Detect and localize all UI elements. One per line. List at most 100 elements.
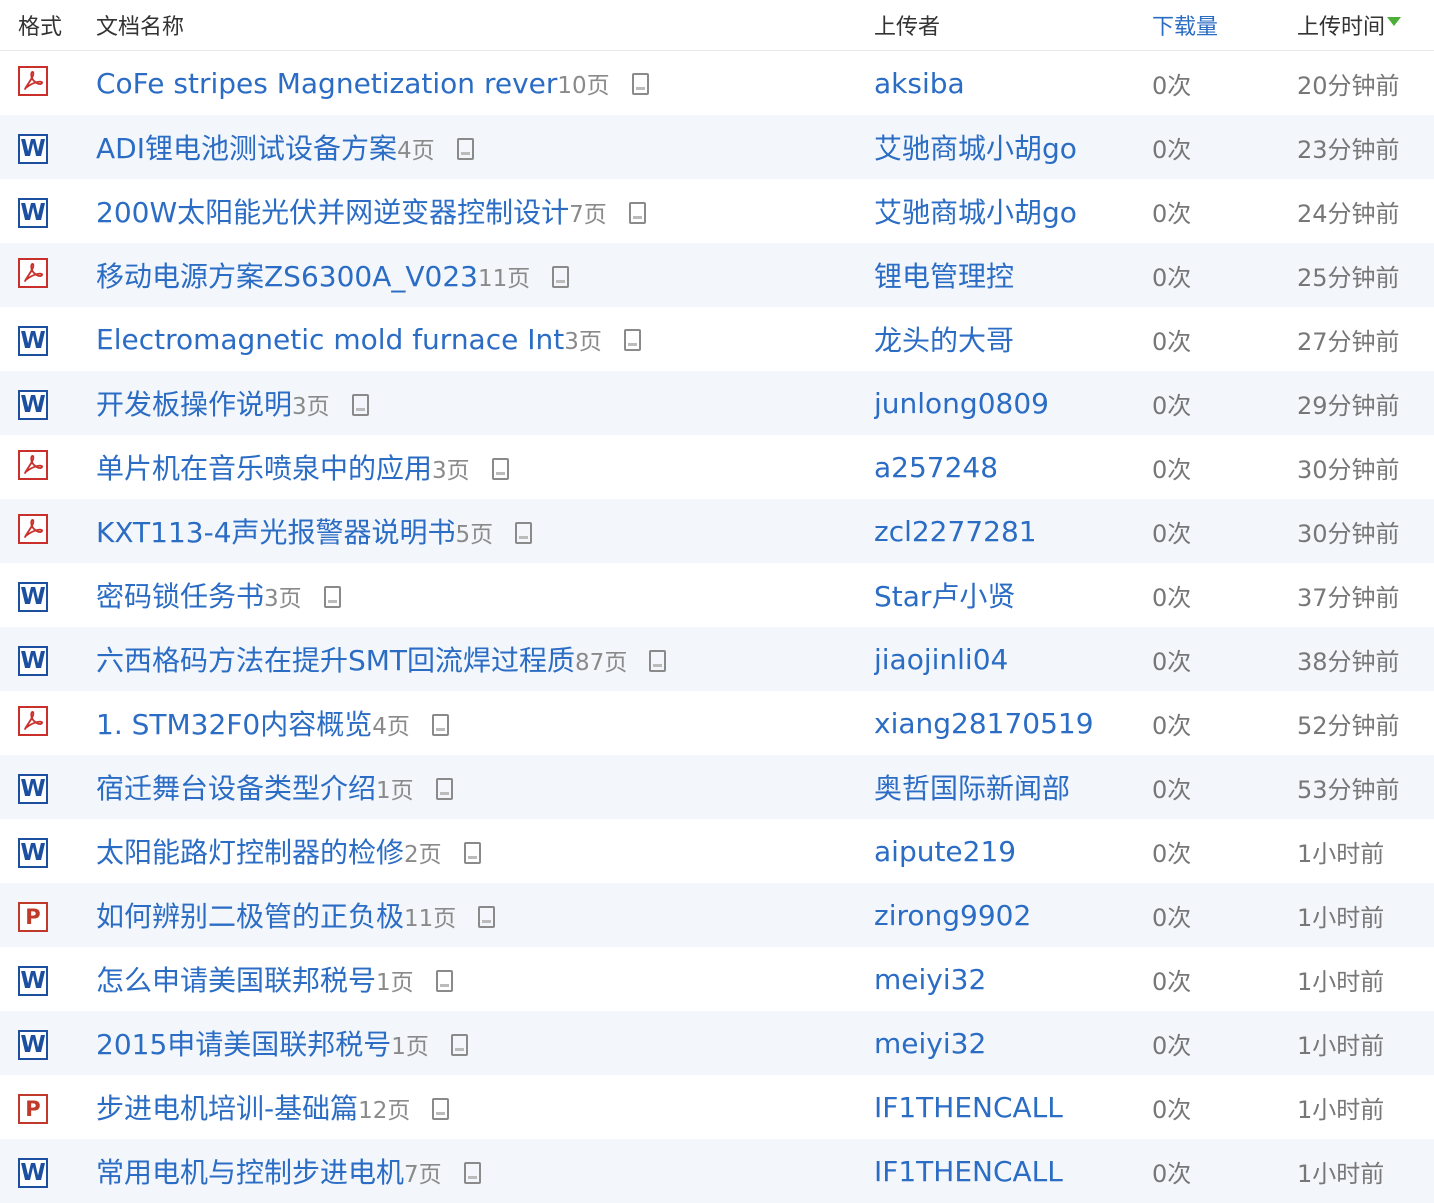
preview-icon[interactable]: [456, 138, 474, 160]
uploader-link[interactable]: 锂电管理控: [874, 260, 1014, 293]
download-count: 0次: [1152, 711, 1192, 740]
uploader-link[interactable]: 艾驰商城小胡go: [874, 132, 1077, 165]
table-row: W 开发板操作说明3页 junlong0809 0次 29分钟前: [0, 371, 1434, 435]
doc-title-link[interactable]: 太阳能路灯控制器的检修: [96, 836, 404, 869]
uploader-link[interactable]: junlong0809: [874, 387, 1049, 420]
uploader-link[interactable]: aksiba: [874, 67, 965, 100]
uploader-link[interactable]: 奥哲国际新闻部: [874, 772, 1070, 805]
upload-time: 1小时前: [1297, 903, 1385, 932]
page-count: 3页: [292, 394, 330, 420]
preview-icon[interactable]: [649, 650, 667, 672]
doc-title-link[interactable]: KXT113-4声光报警器说明书: [96, 516, 456, 549]
preview-icon[interactable]: [323, 586, 341, 608]
uploader-link[interactable]: meiyi32: [874, 1027, 986, 1060]
preview-icon[interactable]: [463, 842, 481, 864]
downloads-cell: 0次: [1152, 130, 1297, 165]
preview-icon[interactable]: [432, 1098, 450, 1120]
page-count: 4页: [396, 138, 435, 164]
table-row: 移动电源方案ZS6300A_V02311页 锂电管理控 0次 25分钟前: [0, 243, 1434, 307]
table-row: W 六西格码方法在提升SMT回流焊过程质87页 jiaojinli04 0次 38分钟前: [0, 627, 1434, 691]
upload-time: 30分钟前: [1297, 455, 1400, 484]
uploader-link[interactable]: Star卢小贤: [874, 580, 1015, 613]
downloads-cell: 0次: [1152, 770, 1297, 805]
uploader-cell: a257248: [874, 451, 1152, 484]
pdf-icon: [18, 258, 48, 288]
doc-title-link[interactable]: CoFe stripes Magnetization rever: [96, 67, 557, 100]
uploader-link[interactable]: xiang28170519: [874, 707, 1094, 740]
table-row: P 如何辨别二极管的正负极11页 zirong9902 0次 1小时前: [0, 883, 1434, 947]
doc-name-cell: 2015申请美国联邦税号1页: [96, 1023, 874, 1063]
doc-title-link[interactable]: 步进电机培训-基础篇: [96, 1092, 358, 1125]
time-cell: 25分钟前: [1297, 258, 1434, 293]
table-row: W 2015申请美国联邦税号1页 meiyi32 0次 1小时前: [0, 1011, 1434, 1075]
upload-time: 53分钟前: [1297, 775, 1400, 804]
document-list-table: 格式 文档名称 上传者 下载量 上传时间 CoFe stripes Magnet…: [0, 0, 1434, 1203]
doc-title-link[interactable]: ADI锂电池测试设备方案: [96, 132, 397, 165]
preview-icon[interactable]: [515, 522, 533, 544]
upload-time: 30分钟前: [1297, 519, 1400, 548]
doc-title-link[interactable]: 移动电源方案ZS6300A_V023: [96, 260, 478, 293]
sort-down-arrow-icon[interactable]: [1387, 17, 1402, 26]
word-icon: W: [18, 966, 48, 997]
doc-title-link[interactable]: 如何辨别二极管的正负极: [96, 900, 404, 933]
uploader-link[interactable]: a257248: [874, 451, 998, 484]
time-cell: 1小时前: [1297, 834, 1434, 869]
doc-title-link[interactable]: 单片机在音乐喷泉中的应用: [96, 452, 432, 485]
preview-icon[interactable]: [435, 970, 453, 992]
upload-time: 1小时前: [1297, 967, 1385, 996]
page-count: 11页: [477, 266, 531, 292]
uploader-link[interactable]: IF1THENCALL: [874, 1155, 1063, 1188]
uploader-cell: 艾驰商城小胡go: [874, 127, 1152, 167]
uploader-link[interactable]: jiaojinli04: [874, 643, 1008, 676]
preview-icon[interactable]: [463, 1162, 481, 1184]
preview-icon[interactable]: [431, 714, 449, 736]
doc-title-link[interactable]: 宿迁舞台设备类型介绍: [96, 772, 376, 805]
doc-title-link[interactable]: 密码锁任务书: [96, 580, 264, 613]
header-downloads: 下载量: [1152, 9, 1297, 41]
time-cell: 1小时前: [1297, 1090, 1434, 1125]
preview-icon[interactable]: [623, 329, 641, 351]
time-cell: 1小时前: [1297, 1026, 1434, 1061]
uploader-link[interactable]: 艾驰商城小胡go: [874, 196, 1077, 229]
uploader-link[interactable]: meiyi32: [874, 963, 986, 996]
preview-icon[interactable]: [351, 394, 369, 416]
preview-icon[interactable]: [552, 266, 570, 288]
time-cell: 1小时前: [1297, 1154, 1434, 1189]
doc-name-cell: 200W太阳能光伏并网逆变器控制设计7页: [96, 191, 874, 231]
upload-time: 1小时前: [1297, 1031, 1385, 1060]
uploader-link[interactable]: 龙头的大哥: [874, 324, 1014, 357]
uploader-link[interactable]: zirong9902: [874, 899, 1031, 932]
preview-icon[interactable]: [478, 906, 496, 928]
doc-title-link[interactable]: 六西格码方法在提升SMT回流焊过程质: [96, 644, 575, 677]
upload-time: 52分钟前: [1297, 711, 1400, 740]
uploader-link[interactable]: IF1THENCALL: [874, 1091, 1063, 1124]
uploader-link[interactable]: zcl2277281: [874, 515, 1037, 548]
doc-title-link[interactable]: 200W太阳能光伏并网逆变器控制设计: [96, 196, 569, 229]
doc-name-cell: 单片机在音乐喷泉中的应用3页: [96, 447, 874, 487]
doc-name-cell: ADI锂电池测试设备方案4页: [96, 127, 874, 167]
doc-title-link[interactable]: 常用电机与控制步进电机: [96, 1156, 404, 1189]
download-count: 0次: [1152, 455, 1192, 484]
uploader-link[interactable]: aipute219: [874, 835, 1016, 868]
downloads-cell: 0次: [1152, 258, 1297, 293]
page-count: 1页: [391, 1034, 429, 1060]
doc-title-link[interactable]: 开发板操作说明: [96, 388, 292, 421]
page-count: 3页: [564, 329, 602, 355]
doc-title-link[interactable]: Electromagnetic mold furnace Int: [96, 323, 564, 356]
download-count: 0次: [1152, 839, 1192, 868]
doc-title-link[interactable]: 怎么申请美国联邦税号: [96, 964, 376, 997]
header-upload-time[interactable]: 上传时间: [1297, 9, 1434, 41]
preview-icon[interactable]: [435, 778, 453, 800]
format-cell: W: [0, 1026, 96, 1061]
doc-title-link[interactable]: 1. STM32F0内容概览: [96, 708, 372, 741]
sort-by-downloads-link[interactable]: 下载量: [1152, 15, 1218, 40]
preview-icon[interactable]: [450, 1034, 468, 1056]
format-cell: W: [0, 1154, 96, 1189]
page-count: 4页: [372, 714, 410, 740]
preview-icon[interactable]: [628, 202, 646, 224]
word-icon: W: [18, 774, 48, 805]
time-cell: 1小时前: [1297, 962, 1434, 997]
preview-icon[interactable]: [491, 458, 509, 480]
doc-title-link[interactable]: 2015申请美国联邦税号: [96, 1028, 391, 1061]
preview-icon[interactable]: [631, 73, 649, 95]
